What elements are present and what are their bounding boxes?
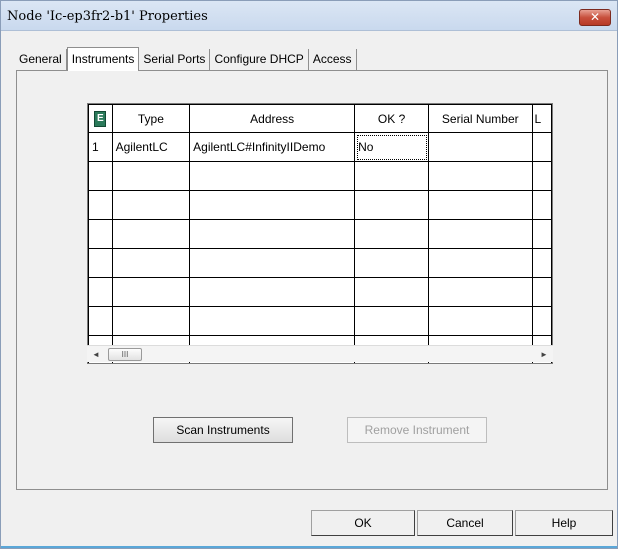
cell-serial-number[interactable] (428, 161, 533, 191)
cell-l[interactable] (531, 161, 552, 191)
grid-corner-cell[interactable]: E (88, 104, 113, 133)
cell-serial-number[interactable] (428, 219, 533, 249)
cell-ok[interactable] (354, 248, 430, 278)
close-icon: ✕ (589, 10, 601, 24)
grid-corner-icon: E (94, 111, 107, 127)
row-number[interactable] (88, 306, 113, 336)
cell-ok[interactable]: No (354, 132, 430, 162)
row-number[interactable] (88, 161, 113, 191)
cell-type[interactable] (111, 277, 191, 307)
cell-address[interactable] (189, 161, 356, 191)
scrollbar-thumb[interactable]: III (108, 348, 142, 361)
ok-button[interactable]: OK (311, 510, 415, 536)
column-header-address[interactable]: Address (189, 104, 356, 133)
row-number[interactable] (88, 277, 113, 307)
cell-address[interactable] (189, 277, 356, 307)
cell-l[interactable] (531, 306, 552, 336)
title-bar[interactable]: Node 'Ic-ep3fr2-b1' Properties ✕ (1, 1, 617, 31)
table-row[interactable] (88, 190, 552, 220)
cell-type[interactable] (111, 190, 191, 220)
cell-ok[interactable] (354, 306, 430, 336)
cell-serial-number[interactable] (428, 248, 533, 278)
column-header-l[interactable]: L (531, 104, 552, 133)
remove-instrument-button[interactable]: Remove Instrument (347, 417, 487, 443)
cell-l[interactable] (531, 277, 552, 307)
instruments-grid[interactable]: E Type Address OK ? Serial Number L 1 Ag… (87, 103, 553, 364)
tab-serial-ports[interactable]: Serial Ports (139, 49, 211, 71)
cell-type[interactable] (111, 219, 191, 249)
cell-serial-number[interactable] (428, 190, 533, 220)
cell-type[interactable] (111, 161, 191, 191)
table-header-row: E Type Address OK ? Serial Number L (88, 104, 552, 133)
table-row[interactable] (88, 248, 552, 278)
cell-serial-number[interactable] (428, 306, 533, 336)
column-header-type[interactable]: Type (111, 104, 191, 133)
table-row[interactable] (88, 161, 552, 191)
tab-access[interactable]: Access (309, 49, 357, 71)
row-number[interactable] (88, 190, 113, 220)
tab-instruments[interactable]: Instruments (66, 47, 140, 71)
table-row[interactable] (88, 277, 552, 307)
cell-type[interactable] (111, 306, 191, 336)
cell-ok[interactable] (354, 161, 430, 191)
help-button[interactable]: Help (515, 510, 613, 536)
column-header-ok[interactable]: OK ? (354, 104, 430, 133)
window-bottom-edge (1, 546, 617, 548)
cell-l[interactable] (531, 190, 552, 220)
row-number[interactable] (88, 248, 113, 278)
cell-serial-number[interactable] (428, 277, 533, 307)
properties-dialog: Node 'Ic-ep3fr2-b1' Properties ✕ General… (0, 0, 618, 549)
instruments-table: E Type Address OK ? Serial Number L 1 Ag… (88, 104, 552, 363)
cell-type[interactable]: AgilentLC (111, 132, 191, 162)
scan-instruments-button[interactable]: Scan Instruments (153, 417, 293, 443)
cell-address[interactable] (189, 219, 356, 249)
table-row[interactable]: 1 AgilentLC AgilentLC#InfinityIIDemo No (88, 132, 552, 162)
cell-type[interactable] (111, 248, 191, 278)
table-row[interactable] (88, 219, 552, 249)
scroll-left-icon[interactable]: ◄ (89, 348, 103, 361)
scroll-right-icon[interactable]: ► (537, 348, 551, 361)
table-row[interactable] (88, 306, 552, 336)
cell-address[interactable] (189, 248, 356, 278)
cell-ok[interactable] (354, 277, 430, 307)
cell-serial-number[interactable] (428, 132, 533, 162)
close-button[interactable]: ✕ (579, 9, 611, 26)
cell-l[interactable] (531, 219, 552, 249)
tab-general[interactable]: General (19, 49, 67, 71)
cell-ok[interactable] (354, 219, 430, 249)
horizontal-scrollbar[interactable]: ◄ III ► (87, 345, 553, 362)
column-header-serial-number[interactable]: Serial Number (428, 104, 533, 133)
row-number[interactable] (88, 219, 113, 249)
tab-configure-dhcp[interactable]: Configure DHCP (210, 49, 309, 71)
tab-strip: General Instruments Serial Ports Configu… (19, 47, 357, 71)
cell-address[interactable] (189, 306, 356, 336)
cancel-button[interactable]: Cancel (417, 510, 513, 536)
cell-ok[interactable] (354, 190, 430, 220)
cell-address[interactable]: AgilentLC#InfinityIIDemo (189, 132, 356, 162)
row-number[interactable]: 1 (88, 132, 113, 162)
cell-l[interactable] (531, 132, 552, 162)
cell-address[interactable] (189, 190, 356, 220)
window-title: Node 'Ic-ep3fr2-b1' Properties (7, 9, 208, 24)
cell-l[interactable] (531, 248, 552, 278)
